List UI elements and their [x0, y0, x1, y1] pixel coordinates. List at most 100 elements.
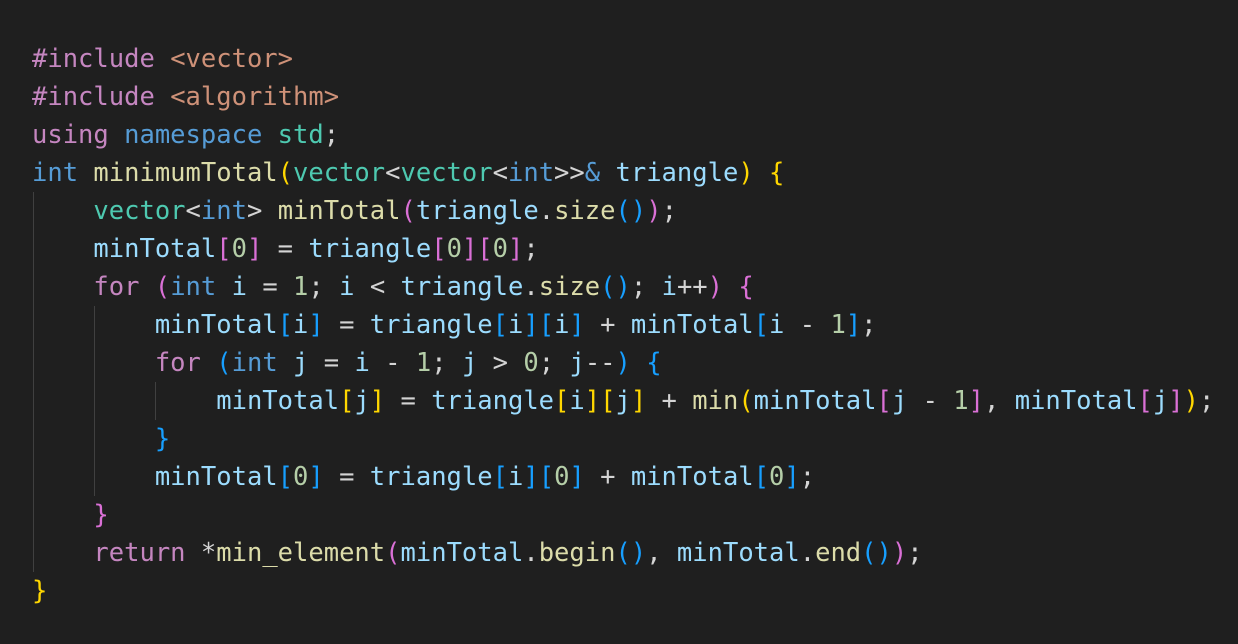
- code-token: (: [216, 348, 232, 378]
- code-token: (: [400, 196, 416, 226]
- code-token: ][: [523, 310, 555, 340]
- code-line[interactable]: minTotal[0] = triangle[0][0];: [32, 230, 1214, 268]
- code-token: +: [584, 462, 631, 492]
- code-token: int: [32, 158, 79, 188]
- code-line[interactable]: vector<int> minTotal(triangle.size());: [32, 192, 1214, 230]
- code-token: =: [385, 386, 432, 416]
- code-token: int: [231, 348, 278, 378]
- code-token: +: [646, 386, 693, 416]
- code-token: begin: [538, 538, 616, 568]
- code-token: *: [200, 538, 217, 568]
- code-token: --: [584, 348, 616, 378]
- code-token: triangle: [369, 462, 493, 492]
- code-line[interactable]: }: [32, 420, 1214, 458]
- code-token: ][: [461, 234, 493, 264]
- code-token: ]: [569, 462, 585, 492]
- code-token: .: [799, 538, 816, 568]
- code-token: =: [323, 462, 370, 492]
- code-token: .: [523, 272, 539, 302]
- code-token: [: [216, 234, 232, 264]
- code-token: (): [600, 272, 631, 302]
- code-token: int: [170, 272, 217, 302]
- code-line[interactable]: minTotal[j] = triangle[i][j] + min(minTo…: [32, 382, 1214, 420]
- code-token: (: [277, 158, 294, 188]
- code-token: 0: [769, 462, 785, 492]
- code-token: ;: [308, 272, 340, 302]
- code-line[interactable]: for (int j = i - 1; j > 0; j--) {: [32, 344, 1214, 382]
- code-token: 1: [953, 386, 969, 416]
- code-token: j: [461, 348, 478, 378]
- code-token: ;: [523, 234, 539, 264]
- code-token: triangle: [615, 158, 739, 188]
- code-token: }: [93, 500, 109, 530]
- code-token: return: [93, 538, 186, 568]
- code-line[interactable]: }: [32, 496, 1214, 534]
- code-token: triangle: [431, 386, 555, 416]
- code-area[interactable]: #include <vector> #include <algorithm> usi…: [32, 40, 1214, 610]
- code-line[interactable]: return *min_element(minTotal.begin(), mi…: [32, 534, 1214, 572]
- code-line[interactable]: minTotal[i] = triangle[i][i] + minTotal[…: [32, 306, 1214, 344]
- code-line[interactable]: using namespace std;: [32, 116, 1214, 154]
- code-token: minTotal: [154, 310, 278, 340]
- code-token: minTotal: [154, 462, 278, 492]
- code-line[interactable]: for (int i = 1; i < triangle.size(); i++…: [32, 268, 1214, 306]
- code-line[interactable]: #include <vector>: [32, 40, 1214, 78]
- code-token: i: [554, 310, 570, 340]
- code-token: =: [308, 348, 355, 378]
- code-token: j: [569, 348, 585, 378]
- code-token: ]: [1168, 386, 1184, 416]
- code-token: 0: [492, 234, 509, 264]
- code-token: <algorithm>: [170, 82, 340, 112]
- code-token: [: [431, 234, 447, 264]
- code-token: <: [185, 196, 201, 226]
- code-token: ;: [323, 120, 340, 150]
- code-token: +: [584, 310, 631, 340]
- code-token: ]: [968, 386, 984, 416]
- code-token: ): [738, 158, 754, 188]
- code-token: -: [369, 348, 416, 378]
- code-token: minTotal: [277, 196, 401, 226]
- code-editor[interactable]: #include <vector> #include <algorithm> usi…: [0, 0, 1238, 644]
- code-token: =: [262, 234, 309, 264]
- code-token: [: [554, 386, 570, 416]
- code-token: j: [615, 386, 631, 416]
- code-token: [: [753, 462, 770, 492]
- code-line[interactable]: #include <algorithm>: [32, 78, 1214, 116]
- code-token: (: [385, 538, 401, 568]
- code-token: j: [354, 386, 370, 416]
- code-token: minTotal: [400, 538, 524, 568]
- code-token: 0: [446, 234, 462, 264]
- code-token: ]: [569, 310, 585, 340]
- code-token: ): [646, 196, 662, 226]
- code-token: triangle: [369, 310, 493, 340]
- code-token: #include: [32, 82, 155, 112]
- code-token: [: [1137, 386, 1153, 416]
- code-token: .: [538, 196, 555, 226]
- code-line[interactable]: minTotal[0] = triangle[i][0] + minTotal[…: [32, 458, 1214, 496]
- code-line[interactable]: int minimumTotal(vector<vector<int>>& tr…: [32, 154, 1214, 192]
- code-line[interactable]: }: [32, 572, 1214, 610]
- code-token: int: [507, 158, 555, 188]
- code-token: 0: [554, 462, 570, 492]
- code-token: i: [769, 310, 785, 340]
- code-token: }: [154, 424, 171, 454]
- code-token: i: [507, 462, 524, 492]
- code-token: =: [246, 272, 294, 302]
- code-token: ]: [308, 310, 324, 340]
- code-token: <vector>: [170, 44, 294, 74]
- code-token: #include: [32, 44, 155, 74]
- code-token: std: [277, 120, 324, 150]
- code-token: (): [861, 538, 892, 568]
